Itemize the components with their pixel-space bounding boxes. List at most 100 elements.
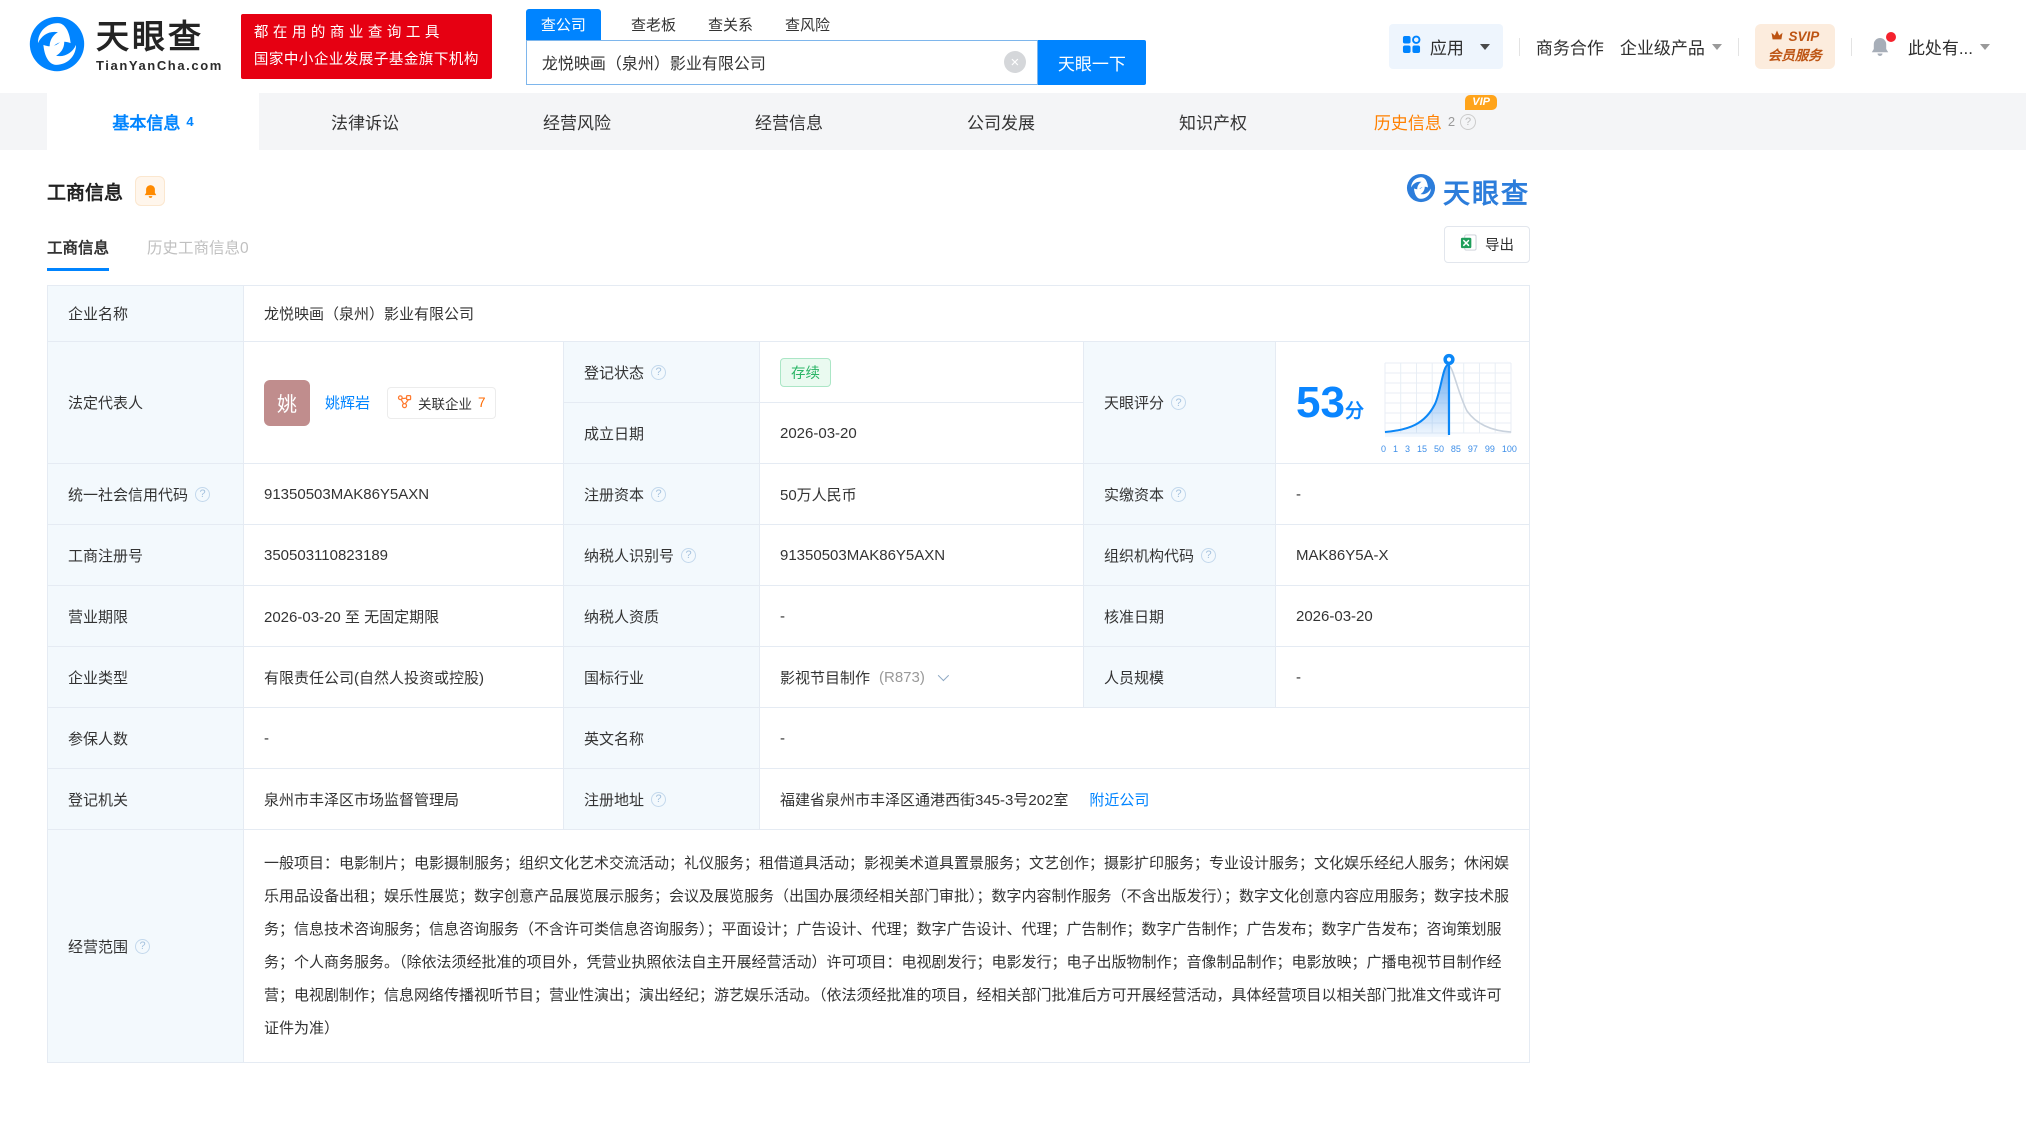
tab-basic-info[interactable]: 基本信息 4 — [47, 93, 259, 150]
search-input[interactable] — [527, 53, 1037, 71]
watermark-text: 天眼查 — [1443, 172, 1530, 211]
tab-operation-info[interactable]: 经营信息 — [683, 93, 895, 150]
tab-operation-risk[interactable]: 经营风险 — [471, 93, 683, 150]
chevron-down-icon — [1980, 44, 1990, 50]
help-icon[interactable]: ? — [1460, 114, 1476, 130]
network-icon — [397, 394, 412, 412]
tianyancha-logo[interactable]: 天眼查 TianYanCha.com — [28, 15, 223, 78]
related-companies-badge[interactable]: 关联企业 7 — [387, 387, 496, 419]
scope-label: 经营范围 ? — [48, 830, 244, 1062]
industry-cell: 影视节目制作 (R873) — [760, 647, 1084, 708]
status-cell: 存续 — [760, 342, 1084, 403]
credit-code-label: 统一社会信用代码 ? — [48, 464, 244, 525]
subtab-history-business-info[interactable]: 历史工商信息0 — [147, 236, 249, 271]
clear-search-icon[interactable]: × — [1004, 51, 1026, 73]
search-block: 查公司 查老板 查关系 查风险 × 天眼一下 — [526, 9, 1146, 85]
subscribe-bell-icon[interactable] — [135, 176, 165, 206]
table-row: 登记机关 泉州市丰泽区市场监督管理局 注册地址 ? 福建省泉州市丰泽区通港西街3… — [48, 769, 1529, 830]
watermark-logo-icon — [1406, 173, 1436, 210]
svip-member-service[interactable]: SVIP 会员服务 — [1755, 24, 1835, 70]
tianyancha-watermark: 天眼查 — [1406, 172, 1530, 211]
enterprise-products-label: 企业级产品 — [1620, 34, 1705, 59]
score-chart-ticks: 0131550859799100 — [1381, 444, 1517, 454]
search-tab-company[interactable]: 查公司 — [526, 9, 601, 40]
status-label: 登记状态 ? — [564, 342, 760, 403]
chevron-down-icon — [1712, 44, 1722, 50]
help-icon[interactable]: ? — [1171, 395, 1186, 410]
english-name-value: - — [760, 708, 1529, 769]
tab-company-development[interactable]: 公司发展 — [895, 93, 1107, 150]
score-tick: 0 — [1381, 444, 1386, 454]
excel-icon — [1460, 234, 1477, 255]
table-row: 法定代表人 姚 姚辉岩 关联企业 7 登记状态 ? — [48, 342, 1529, 464]
approved-date-label: 核准日期 — [1084, 586, 1276, 647]
score-tick: 100 — [1502, 444, 1517, 454]
help-icon[interactable]: ? — [651, 365, 666, 380]
business-info-table: 企业名称 龙悦映画（泉州）影业有限公司 法定代表人 姚 姚辉岩 关联企业 7 — [47, 285, 1530, 1063]
user-menu-label: 此处有... — [1908, 34, 1973, 59]
divider — [1519, 38, 1520, 56]
staff-size-label: 人员规模 — [1084, 647, 1276, 708]
insured-label: 参保人数 — [48, 708, 244, 769]
main-content: 工商信息 天眼查 工商信息 历史工商信息0 — [0, 176, 2026, 1063]
taxpayer-quality-label: 纳税人资质 — [564, 586, 760, 647]
help-icon[interactable]: ? — [135, 939, 150, 954]
help-icon[interactable]: ? — [651, 792, 666, 807]
legal-rep-label: 法定代表人 — [48, 342, 244, 464]
score-tick: 3 — [1405, 444, 1410, 454]
logo-domain: TianYanCha.com — [96, 58, 223, 73]
org-code-value: MAK86Y5A-X — [1276, 525, 1529, 586]
term-label: 营业期限 — [48, 586, 244, 647]
apps-menu[interactable]: 应用 — [1389, 24, 1503, 69]
staff-size-value: - — [1276, 647, 1529, 708]
company-type-label: 企业类型 — [48, 647, 244, 708]
header-right-nav: 应用 商务合作 企业级产品 SVIP 会员服务 — [1389, 24, 1990, 70]
top-header: 天眼查 TianYanCha.com 都在用的商业查询工具 国家中小企业发展子基… — [0, 0, 2026, 93]
help-icon[interactable]: ? — [651, 487, 666, 502]
help-icon[interactable]: ? — [681, 548, 696, 563]
divider — [1738, 38, 1739, 56]
scope-value: 一般项目：电影制片；电影摄制服务；组织文化艺术交流活动；礼仪服务；租借道具活动；… — [244, 830, 1529, 1062]
help-icon[interactable]: ? — [1171, 487, 1186, 502]
label-text: 注册地址 — [584, 789, 644, 810]
search-tab-risk[interactable]: 查风险 — [783, 9, 832, 40]
label-text: 注册资本 — [584, 484, 644, 505]
label-text: 天眼评分 — [1104, 392, 1164, 413]
user-menu[interactable]: 此处有... — [1908, 34, 1990, 59]
enterprise-products-link[interactable]: 企业级产品 — [1620, 34, 1722, 59]
business-cooperation-link[interactable]: 商务合作 — [1536, 34, 1604, 59]
legal-rep-name-link[interactable]: 姚辉岩 — [325, 392, 370, 413]
subtab-business-info[interactable]: 工商信息 — [47, 236, 109, 271]
search-button[interactable]: 天眼一下 — [1038, 40, 1146, 85]
tab-label: 法律诉讼 — [331, 109, 399, 134]
english-name-label: 英文名称 — [564, 708, 760, 769]
search-tab-relation[interactable]: 查关系 — [706, 9, 755, 40]
established-label: 成立日期 — [564, 403, 760, 464]
table-row: 企业类型 有限责任公司(自然人投资或控股) 国标行业 影视节目制作 (R873)… — [48, 647, 1529, 708]
paid-capital-label: 实缴资本 ? — [1084, 464, 1276, 525]
search-tab-boss[interactable]: 查老板 — [629, 9, 678, 40]
tab-history-info[interactable]: VIP 历史信息 2 ? — [1319, 93, 1531, 150]
tab-label: 基本信息 — [112, 109, 180, 134]
svip-line2: 会员服务 — [1768, 47, 1822, 66]
tab-intellectual-property[interactable]: 知识产权 — [1107, 93, 1319, 150]
label-text: 组织机构代码 — [1104, 545, 1194, 566]
score-tick: 15 — [1417, 444, 1427, 454]
table-row: 参保人数 - 英文名称 - — [48, 708, 1529, 769]
address-value: 福建省泉州市丰泽区通港西街345-3号202室 — [780, 789, 1068, 810]
label-text: 纳税人识别号 — [584, 545, 674, 566]
crown-icon — [1770, 28, 1784, 47]
tab-legal-proceedings[interactable]: 法律诉讼 — [259, 93, 471, 150]
help-icon[interactable]: ? — [195, 487, 210, 502]
reg-number-label: 工商注册号 — [48, 525, 244, 586]
notification-bell-icon[interactable] — [1868, 35, 1892, 59]
export-button[interactable]: 导出 — [1444, 226, 1530, 263]
promo-line1: 都在用的商业查询工具 — [254, 20, 479, 46]
score-chart: 0131550859799100 — [1381, 351, 1517, 454]
legal-rep-avatar[interactable]: 姚 — [264, 380, 310, 426]
help-icon[interactable]: ? — [1201, 548, 1216, 563]
nearby-companies-link[interactable]: 附近公司 — [1089, 789, 1149, 810]
notification-dot — [1886, 32, 1896, 42]
chevron-down-icon[interactable] — [938, 670, 949, 681]
credit-code-value: 91350503MAK86Y5AXN — [244, 464, 564, 525]
